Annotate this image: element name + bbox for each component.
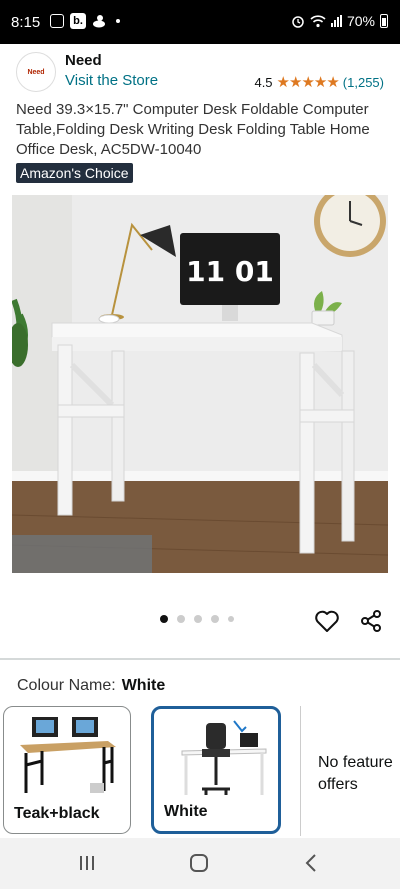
- screen-icon: [50, 14, 64, 28]
- product-title: Need 39.3×15.7" Computer Desk Foldable C…: [16, 101, 370, 158]
- battery-icon: [380, 14, 388, 28]
- status-bar: 8:15 b. 70%: [0, 0, 400, 44]
- status-time: 8:15: [11, 14, 41, 31]
- variant-option-teak-black[interactable]: Teak+black: [3, 706, 131, 834]
- variant-thumbnail: [20, 717, 116, 793]
- colour-value: White: [121, 677, 166, 694]
- variant-separator: [300, 706, 301, 836]
- brand-logo-text: Need: [27, 68, 45, 76]
- variant-label: Teak+black: [14, 805, 100, 822]
- review-count-link[interactable]: (1,255): [343, 75, 384, 90]
- duck-icon: [93, 15, 105, 28]
- no-feature-line-1: No feature: [318, 754, 393, 771]
- rating-value: 4.5: [254, 74, 273, 90]
- variant-option-white[interactable]: White: [151, 706, 281, 834]
- heart-icon: [315, 610, 339, 632]
- product-image[interactable]: 11 01: [12, 195, 388, 573]
- b-app-icon: b.: [70, 13, 86, 29]
- amazons-choice-badge[interactable]: Amazon's Choice: [16, 163, 133, 183]
- star-rating-icon: ★★★★★: [276, 74, 340, 91]
- share-icon: [361, 610, 381, 632]
- monitor-clock-text: 11 01: [186, 255, 274, 288]
- recents-icon: [80, 856, 94, 870]
- system-navigation-bar: [0, 838, 400, 889]
- colour-selection: Colour Name: White: [17, 677, 165, 695]
- alarm-icon: [292, 16, 304, 28]
- brand-name: Need: [65, 52, 102, 69]
- visit-store-link[interactable]: Visit the Store: [65, 72, 158, 89]
- home-icon: [190, 854, 208, 872]
- carousel-dot[interactable]: [211, 615, 219, 623]
- variant-thumbnail: [181, 720, 267, 795]
- notification-icons: b.: [50, 13, 120, 29]
- back-icon: [305, 854, 316, 872]
- image-carousel-dots[interactable]: [160, 615, 234, 623]
- system-icons: 70%: [291, 13, 388, 29]
- signal-icon: [330, 15, 342, 27]
- dot-icon: [116, 19, 120, 23]
- home-button[interactable]: [184, 850, 214, 876]
- carousel-dot[interactable]: [194, 615, 202, 623]
- no-feature-line-2: offers: [318, 776, 358, 793]
- colour-label: Colour Name:: [17, 677, 116, 694]
- carousel-dot[interactable]: [228, 616, 234, 622]
- battery-percent: 70%: [346, 13, 375, 29]
- wifi-icon: [310, 15, 326, 28]
- wishlist-button[interactable]: [313, 607, 341, 635]
- rating-summary[interactable]: 4.5 ★★★★★ (1,255): [254, 73, 384, 91]
- recents-button[interactable]: [72, 850, 102, 876]
- share-button[interactable]: [357, 607, 385, 635]
- section-divider: [0, 658, 400, 660]
- no-feature-offers-text: No feature offers: [318, 752, 393, 796]
- carousel-dot[interactable]: [160, 615, 168, 623]
- carousel-dot[interactable]: [177, 615, 185, 623]
- back-button[interactable]: [296, 850, 326, 876]
- desk-photo: 11 01: [12, 195, 388, 573]
- brand-logo[interactable]: Need: [16, 52, 56, 92]
- variant-label: White: [164, 803, 208, 820]
